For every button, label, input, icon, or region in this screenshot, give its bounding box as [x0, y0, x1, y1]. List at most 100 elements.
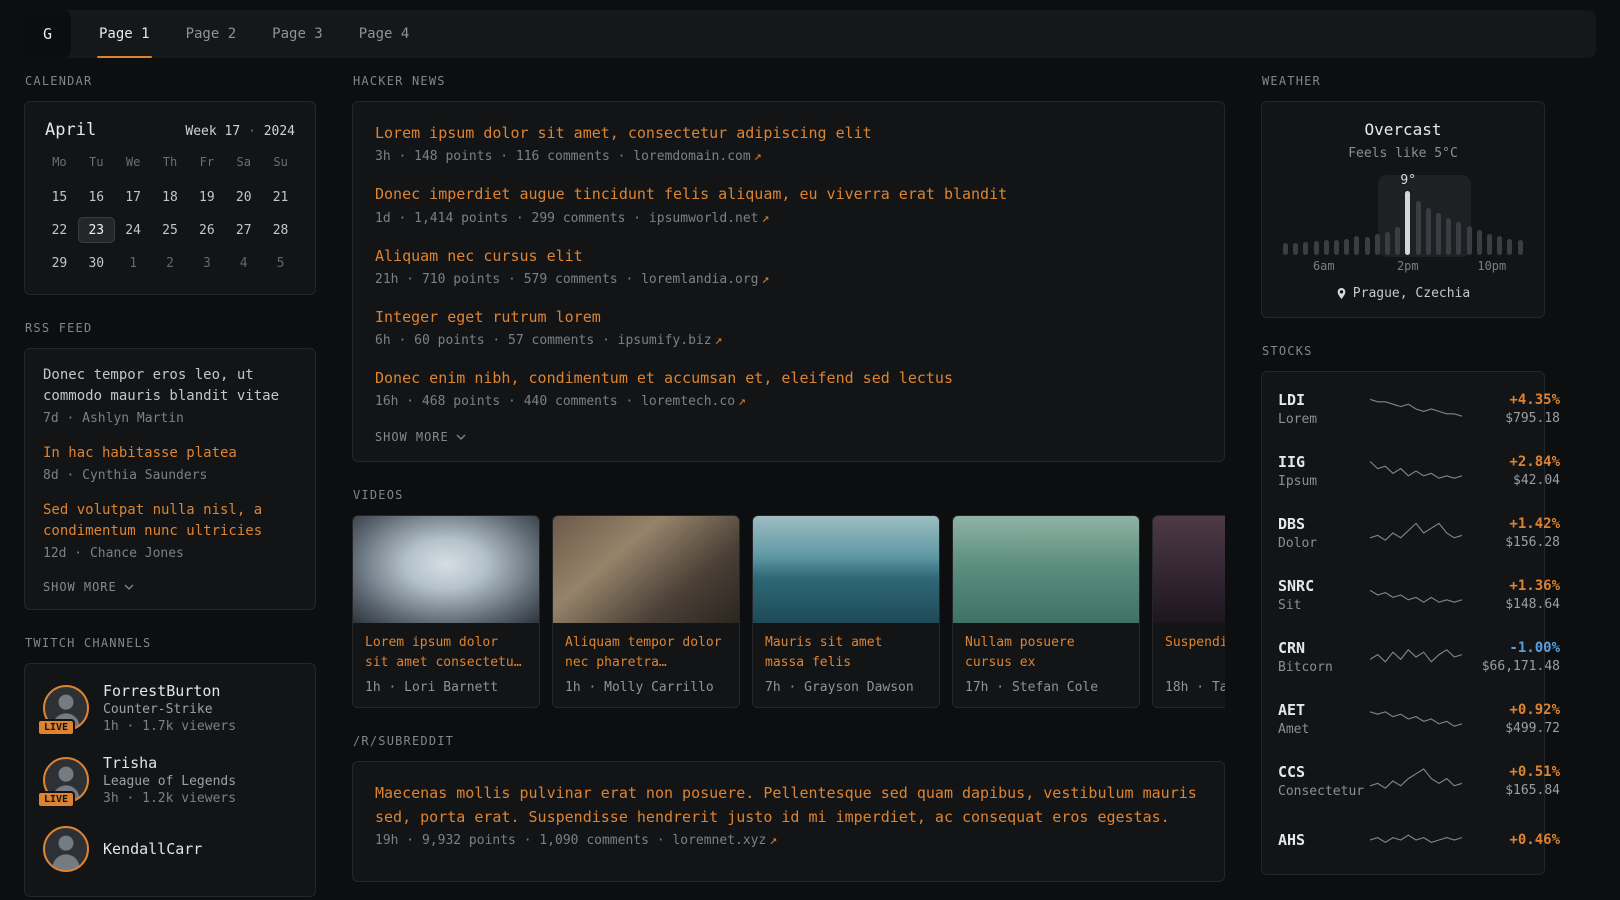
stock-change: +1.42% — [1462, 516, 1560, 532]
weather-bar — [1314, 241, 1319, 255]
stock-row[interactable]: DBS Dolor +1.42% $156.28 — [1278, 502, 1528, 564]
show-more-button[interactable]: SHOW MORE — [43, 580, 134, 594]
rss-item-title[interactable]: In hac habitasse platea — [43, 443, 297, 464]
external-link-icon[interactable]: ↗ — [762, 211, 770, 226]
video-thumbnail[interactable] — [1153, 516, 1225, 623]
weather-condition: Overcast — [1278, 120, 1528, 139]
video-thumbnail[interactable] — [553, 516, 739, 623]
video-thumbnail[interactable] — [753, 516, 939, 623]
stock-row[interactable]: IIG Ipsum +2.84% $42.04 — [1278, 440, 1528, 502]
stock-sparkline — [1370, 580, 1462, 610]
stock-name: Ipsum — [1278, 474, 1370, 489]
stock-values: -1.00% $66,171.48 — [1462, 640, 1560, 674]
external-link-icon[interactable]: ↗ — [738, 394, 746, 409]
hn-item-meta-text: 16h · 468 points · 440 comments · loremt… — [375, 394, 735, 409]
hn-item: Integer eget rutrum lorem 6h · 60 points… — [375, 306, 1202, 348]
stock-name: Consectetur — [1278, 784, 1370, 799]
stock-values: +1.42% $156.28 — [1462, 516, 1560, 550]
tab-page-1[interactable]: Page 1 — [81, 10, 168, 58]
dashboard: CALENDAR April Week 17 · 2024 MoTuWeThFr… — [0, 74, 1620, 900]
weather-bar — [1405, 191, 1410, 255]
weather-bar — [1303, 242, 1308, 255]
weather-bar — [1497, 236, 1502, 255]
stock-id: CCS Consectetur — [1278, 763, 1370, 799]
tab-page-2[interactable]: Page 2 — [168, 10, 255, 58]
stock-sparkline — [1370, 456, 1462, 486]
weather-bar — [1385, 232, 1390, 255]
rss-item-title[interactable]: Sed volutpat nulla nisl, a condimentum n… — [43, 500, 297, 542]
stock-id: AHS — [1278, 831, 1370, 849]
external-link-icon[interactable]: ↗ — [762, 272, 770, 287]
stock-row[interactable]: CCS Consectetur +0.51% $165.84 — [1278, 750, 1528, 812]
external-link-icon[interactable]: ↗ — [769, 833, 777, 848]
video-title[interactable]: Nullam posuere cursus ex — [953, 623, 1139, 674]
stock-change: +0.51% — [1462, 764, 1560, 780]
video-card[interactable]: Aliquam tempor dolor nec pharetra… 1h · … — [552, 515, 740, 708]
calendar-day: 2 — [152, 250, 189, 276]
stock-row[interactable]: AHS +0.46% — [1278, 812, 1528, 868]
hn-item-title[interactable]: Aliquam nec cursus elit — [375, 245, 1202, 268]
rss-item-title[interactable]: Donec tempor eros leo, ut commodo mauris… — [43, 365, 297, 407]
twitch-channel[interactable]: LIVE ForrestBurton Counter-Strike 1h · 1… — [43, 682, 297, 734]
external-link-icon[interactable]: ↗ — [754, 149, 762, 164]
external-link-icon[interactable]: ↗ — [715, 333, 723, 348]
app-logo[interactable]: G — [24, 10, 71, 58]
stock-sparkline — [1370, 766, 1462, 796]
stock-price: $42.04 — [1462, 473, 1560, 488]
weather-location: Prague, Czechia — [1353, 286, 1470, 301]
hn-item-title[interactable]: Integer eget rutrum lorem — [375, 306, 1202, 329]
hn-item-meta: 3h · 148 points · 116 comments · loremdo… — [375, 149, 1202, 164]
weather-times: 6am2pm10pm — [1283, 259, 1523, 273]
show-more-button[interactable]: SHOW MORE — [375, 430, 466, 444]
dot-separator: · — [248, 124, 256, 139]
weather-bar — [1507, 239, 1512, 255]
hn-item-title[interactable]: Lorem ipsum dolor sit amet, consectetur … — [375, 122, 1202, 145]
video-title[interactable]: Mauris sit amet massa felis — [753, 623, 939, 674]
twitch-channel[interactable]: LIVE Trisha League of Legends 3h · 1.2k … — [43, 754, 297, 806]
rss-item-meta: 12d · Chance Jones — [43, 546, 297, 561]
weather-time-label: 2pm — [1397, 259, 1419, 273]
weather-bar — [1293, 243, 1298, 255]
video-thumbnail[interactable] — [953, 516, 1139, 623]
video-title[interactable]: Aliquam tempor dolor nec pharetra… — [553, 623, 739, 674]
tab-page-3[interactable]: Page 3 — [254, 10, 341, 58]
hn-item-title[interactable]: Donec imperdiet augue tincidunt felis al… — [375, 183, 1202, 206]
stock-price: $156.28 — [1462, 535, 1560, 550]
video-title[interactable]: Lorem ipsum dolor sit amet consectetu… — [353, 623, 539, 674]
hn-item-title[interactable]: Donec enim nibh, condimentum et accumsan… — [375, 367, 1202, 390]
stock-row[interactable]: CRN Bitcorn -1.00% $66,171.48 — [1278, 626, 1528, 688]
stock-row[interactable]: SNRC Sit +1.36% $148.64 — [1278, 564, 1528, 626]
video-card[interactable]: Lorem ipsum dolor sit amet consectetu… 1… — [352, 515, 540, 708]
calendar-day: 25 — [152, 217, 189, 243]
channel-info: ForrestBurton Counter-Strike 1h · 1.7k v… — [103, 682, 236, 734]
tab-page-4[interactable]: Page 4 — [341, 10, 428, 58]
channel-name[interactable]: KendallCarr — [103, 840, 202, 858]
video-card[interactable]: Mauris sit amet massa felis 7h · Grayson… — [752, 515, 940, 708]
subreddit-item-title[interactable]: Maecenas mollis pulvinar erat non posuer… — [375, 782, 1202, 829]
video-thumbnail[interactable] — [353, 516, 539, 623]
calendar-day: 16 — [78, 184, 115, 210]
stock-name: Bitcorn — [1278, 660, 1370, 675]
channel-name[interactable]: Trisha — [103, 754, 236, 772]
calendar-day: 27 — [225, 217, 262, 243]
channel-name[interactable]: ForrestBurton — [103, 682, 236, 700]
stock-values: +0.92% $499.72 — [1462, 702, 1560, 736]
weather-bar — [1467, 226, 1472, 255]
videos-widget: VIDEOS Lorem ipsum dolor sit amet consec… — [352, 488, 1225, 708]
stock-id: SNRC Sit — [1278, 577, 1370, 613]
show-more-label: SHOW MORE — [375, 430, 449, 444]
calendar-grid: MoTuWeThFrSaSu15161718192021222324252627… — [41, 152, 299, 276]
page-tabs: Page 1 Page 2 Page 3 Page 4 — [81, 10, 427, 58]
video-card[interactable]: Suspendisse diam 18h · Tara — [1152, 515, 1225, 708]
twitch-channel[interactable]: KendallCarr — [43, 826, 297, 872]
hn-item-meta-text: 1d · 1,414 points · 299 comments · ipsum… — [375, 211, 759, 226]
stock-row[interactable]: LDI Lorem +4.35% $795.18 — [1278, 378, 1528, 440]
video-card[interactable]: Nullam posuere cursus ex 17h · Stefan Co… — [952, 515, 1140, 708]
calendar-week: Week 17 — [185, 124, 240, 139]
stocks-widget: STOCKS LDI Lorem +4.35% $795.18 IIG — [1261, 344, 1545, 875]
stock-row[interactable]: AET Amet +0.92% $499.72 — [1278, 688, 1528, 750]
hn-card: Lorem ipsum dolor sit amet, consectetur … — [352, 101, 1225, 462]
video-title[interactable]: Suspendisse diam — [1153, 623, 1225, 674]
stock-price: $165.84 — [1462, 783, 1560, 798]
stock-ticker: CRN — [1278, 639, 1370, 657]
